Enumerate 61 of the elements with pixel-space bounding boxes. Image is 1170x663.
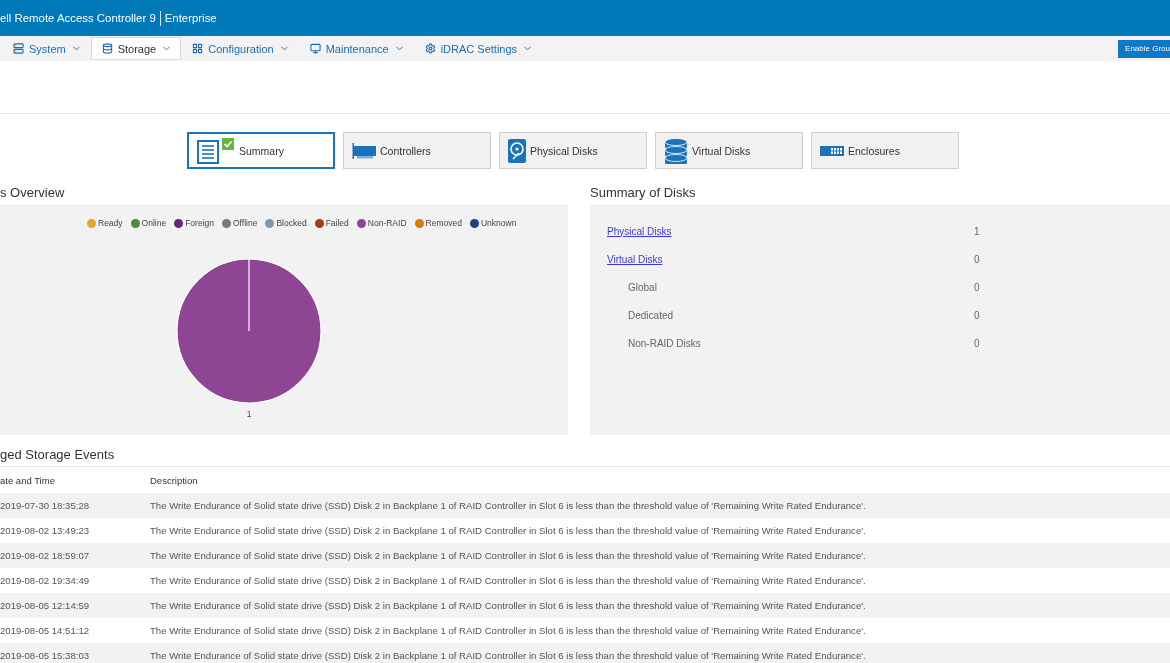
- disk-count-value: 0: [974, 281, 980, 293]
- nav-menu-item[interactable]: Storage: [90, 37, 182, 60]
- database-icon: [101, 43, 113, 54]
- event-date-cell: 2019-08-02 18:59:07: [0, 550, 90, 561]
- nav-menu-item[interactable]: Maintenance: [298, 37, 414, 60]
- event-date-cell: 2019-08-02 13:49:23: [0, 525, 90, 536]
- app-title: ell Remote Access Controller 9: [0, 12, 156, 24]
- event-description-cell: The Write Endurance of Solid state drive (SSD) Disk 2 in Backplane 1 of RAID Controller in Slot 6 is less than the threshold value of 'Remaining Write Rated Endurance'.: [150, 575, 866, 586]
- storage-tab[interactable]: Summary: [187, 132, 335, 169]
- event-date-cell: 2019-08-05 15:38:03: [0, 650, 90, 661]
- disk-count-value: 0: [974, 309, 980, 321]
- event-description-cell: The Write Endurance of Solid state drive (SSD) Disk 2 in Backplane 1 of RAID Controller in Slot 6 is less than the threshold value of 'Remaining Write Rated Endurance'.: [150, 550, 866, 561]
- legend-label: Foreign: [185, 218, 214, 228]
- checklist-icon: [197, 137, 235, 164]
- event-description-cell: The Write Endurance of Solid state drive (SSD) Disk 2 in Backplane 1 of RAID Controller in Slot 6 is less than the threshold value of 'Remaining Write Rated Endurance'.: [150, 500, 866, 511]
- storage-tab[interactable]: Enclosures: [811, 132, 959, 169]
- nav-menu-item[interactable]: iDRAC Settings: [413, 37, 543, 60]
- disk-count-label: Non-RAID Disks: [628, 337, 701, 349]
- nav-menu-item[interactable]: Configuration: [181, 37, 299, 60]
- legend-label: Online: [141, 218, 167, 228]
- event-date-cell: 2019-08-05 12:14:59: [0, 600, 90, 611]
- legend-label: Failed: [325, 218, 349, 228]
- event-date-cell: 2019-07-30 18:35:28: [0, 500, 90, 511]
- disk-count-label: Dedicated: [628, 309, 674, 321]
- database-icon: [664, 137, 688, 164]
- event-description-cell: The Write Endurance of Solid state drive (SSD) Disk 2 in Backplane 1 of RAID Controller in Slot 6 is less than the threshold value of 'Remaining Write Rated Endurance'.: [150, 650, 866, 661]
- column-header: ate and Time: [0, 474, 55, 486]
- disk-count-link[interactable]: Virtual Disks: [607, 253, 663, 265]
- legend-label: Removed: [425, 218, 462, 228]
- slice-value-label: 1: [246, 409, 252, 419]
- disk-count-value: 0: [974, 253, 980, 265]
- section-heading: s Overview: [0, 184, 66, 202]
- expansion-card-icon: [352, 141, 376, 160]
- storage-tab[interactable]: Physical Disks: [499, 132, 647, 169]
- event-description-cell: The Write Endurance of Solid state drive (SSD) Disk 2 in Backplane 1 of RAID Controller in Slot 6 is less than the threshold value of 'Remaining Write Rated Endurance'.: [150, 625, 866, 636]
- disk-count-label: Global: [628, 281, 657, 293]
- server-icon: [13, 43, 24, 54]
- rack-enclosure-icon: [820, 145, 844, 156]
- legend-label: Unknown: [480, 218, 517, 228]
- event-date-cell: 2019-08-02 19:34:49: [0, 575, 90, 586]
- event-description-cell: The Write Endurance of Solid state drive (SSD) Disk 2 in Backplane 1 of RAID Controller in Slot 6 is less than the threshold value of 'Remaining Write Rated Endurance'.: [150, 600, 866, 611]
- legend-label: Ready: [98, 218, 123, 228]
- storage-tab[interactable]: Virtual Disks: [655, 132, 803, 169]
- legend-label: Offline: [233, 218, 258, 228]
- monitor-icon: [309, 43, 321, 54]
- hard-drive-icon: [508, 138, 526, 163]
- event-description-cell: The Write Endurance of Solid state drive (SSD) Disk 2 in Backplane 1 of RAID Controller in Slot 6 is less than the threshold value of 'Remaining Write Rated Endurance'.: [150, 525, 866, 536]
- disk-count-link[interactable]: Physical Disks: [607, 225, 672, 237]
- edition-label: Enterprise: [159, 10, 217, 26]
- nav-menu-item[interactable]: System: [2, 37, 91, 60]
- event-date-cell: 2019-08-05 14:51:12: [0, 625, 90, 636]
- section-heading: Summary of Disks: [590, 184, 697, 202]
- disk-count-value: 1: [974, 225, 980, 237]
- enable-group-button[interactable]: Enable Grou: [1118, 39, 1170, 58]
- gear-icon: [424, 43, 436, 54]
- legend-label: Blocked: [276, 218, 307, 228]
- storage-tab[interactable]: Controllers: [343, 132, 491, 169]
- legend-label: Non-RAID: [367, 218, 407, 228]
- column-header: Description: [150, 474, 198, 486]
- disk-count-value: 0: [974, 337, 980, 349]
- grid-icon: [192, 43, 204, 54]
